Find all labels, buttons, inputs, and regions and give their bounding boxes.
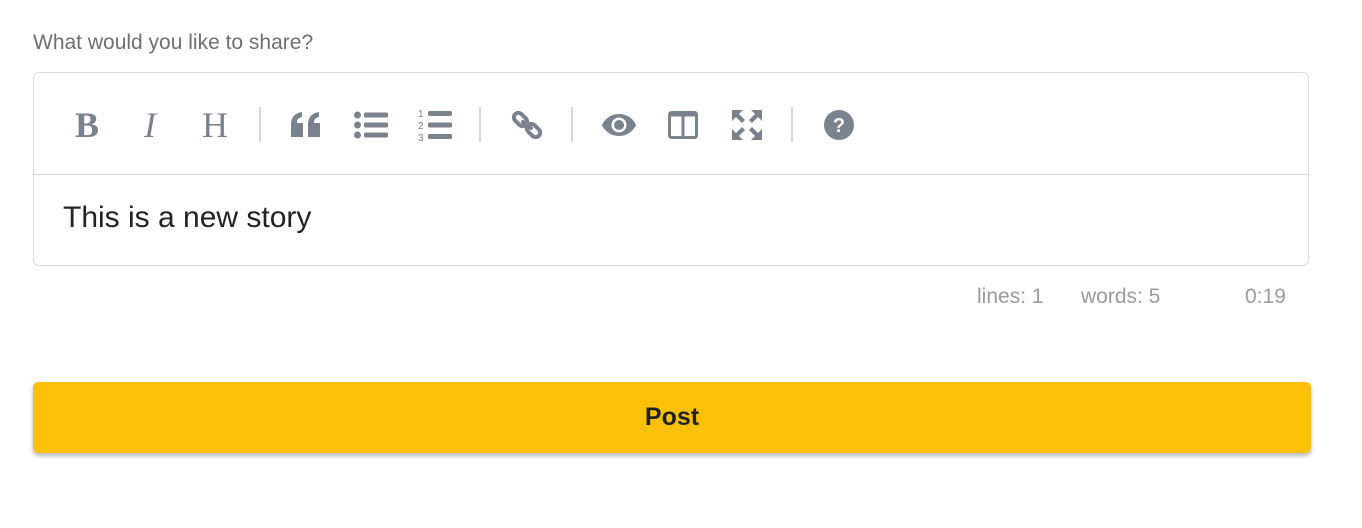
question-circle-icon: ? [824,110,854,140]
unordered-list-button[interactable] [349,103,393,147]
svg-text:1: 1 [418,109,424,120]
editor-content[interactable]: This is a new story [63,201,311,235]
svg-text:2: 2 [418,121,424,132]
heading-button[interactable]: H [193,103,237,147]
svg-text:3: 3 [418,133,424,142]
italic-button[interactable]: I [128,103,172,147]
bold-icon: B [74,105,99,145]
ordered-list-button[interactable]: 1 2 3 [413,103,457,147]
heading-icon: H [202,105,228,145]
quote-icon [291,112,320,137]
toolbar-separator [259,107,261,142]
side-by-side-button[interactable] [661,103,705,147]
markdown-editor: B I H 1 2 3 ? This is a new story [33,72,1309,266]
form-label: What would you like to share? [33,31,314,54]
columns-icon [668,111,698,139]
status-cursor: 0:19 [1245,285,1286,308]
link-button[interactable] [505,103,549,147]
quote-button[interactable] [284,103,328,147]
preview-button[interactable] [597,103,641,147]
eye-icon [602,114,636,136]
status-words: words: 5 [1081,285,1161,308]
guide-button[interactable]: ? [817,103,861,147]
toolbar-separator [791,107,793,142]
toolbar-separator [571,107,573,142]
svg-text:?: ? [833,115,845,137]
fullscreen-button[interactable] [725,103,769,147]
post-button[interactable]: Post [33,382,1311,453]
bold-button[interactable]: B [65,103,109,147]
status-lines: lines: 1 [977,285,1044,308]
italic-icon: I [144,105,156,145]
unordered-list-icon [354,111,388,139]
toolbar-separator [479,107,481,142]
expand-icon [732,110,762,140]
editor-toolbar: B I H 1 2 3 ? [34,73,1308,175]
link-icon [511,110,543,140]
ordered-list-icon: 1 2 3 [418,109,452,142]
